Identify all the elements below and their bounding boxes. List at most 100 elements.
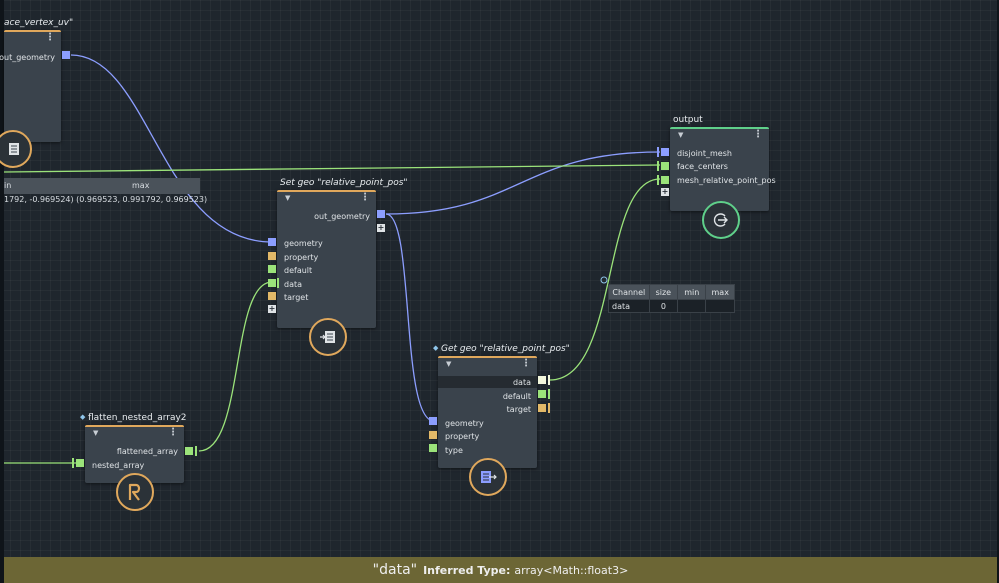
port-label-face-centers: face_centers <box>677 162 728 171</box>
target-input-port[interactable] <box>268 292 276 300</box>
out-geometry-port[interactable] <box>62 51 70 59</box>
port-label-default: default <box>284 266 313 275</box>
output-title: output <box>673 115 703 125</box>
collapse-arrow-icon[interactable]: ▼ <box>93 429 98 437</box>
property-input-port[interactable] <box>268 252 276 260</box>
port-label-out-geometry: out_geometry <box>314 212 370 221</box>
min-header: min <box>677 284 707 300</box>
node-menu-icon[interactable]: ⋮ <box>45 32 55 44</box>
mesh-relative-connector <box>657 175 659 185</box>
data-input-connector <box>277 278 279 288</box>
wire-left-to-face-centers <box>3 164 661 173</box>
port-label-target: target <box>284 293 309 302</box>
bounds-header-min: in <box>4 181 12 190</box>
collapse-arrow-icon[interactable]: ▼ <box>446 360 451 368</box>
flattened-array-connector <box>195 446 197 456</box>
wire-set-geo-to-get-geo <box>385 213 435 422</box>
max-cell <box>705 299 735 313</box>
table-row: data 0 <box>608 299 735 313</box>
set-attribute-icon <box>320 331 335 343</box>
add-output-button[interactable]: + <box>377 224 385 232</box>
nested-array-input-port[interactable] <box>76 459 84 467</box>
port-label-out-geometry: out_geometry <box>0 53 55 62</box>
get-attribute-icon <box>481 471 497 483</box>
node-menu-icon[interactable]: ⋮ <box>521 358 531 370</box>
wire-set-geo-to-output-disjoint <box>385 151 661 215</box>
port-label-nested-array: nested_array <box>92 461 145 470</box>
status-bar: "data" Inferred Type: array<Math::float3… <box>4 557 997 583</box>
node-menu-icon[interactable]: ⋮ <box>360 192 370 204</box>
flatten-title: flatten_nested_array2 <box>88 413 187 423</box>
port-label-mesh-relative-point-pos: mesh_relative_point_pos <box>677 176 776 185</box>
status-type-value: array<Math::float3> <box>514 563 629 577</box>
flatten-icon-button[interactable] <box>116 473 154 511</box>
port-label-property: property <box>445 432 480 441</box>
min-cell <box>677 299 707 313</box>
port-label-default: default <box>502 392 531 401</box>
port-label-target: target <box>506 405 531 414</box>
collapse-arrow-icon[interactable]: ▼ <box>678 131 683 139</box>
target-output-port[interactable] <box>538 404 546 412</box>
out-geometry-port[interactable] <box>377 210 385 218</box>
port-label-geometry: geometry <box>284 239 323 248</box>
port-label-flattened-array: flattened_array <box>116 447 178 456</box>
add-input-button[interactable]: + <box>661 188 669 196</box>
default-output-connector <box>548 389 550 399</box>
get-geo-node[interactable]: ▼ ⋮ data default target geometry propert… <box>438 356 537 468</box>
wire-face-uv-to-set-geo <box>70 54 273 243</box>
face-vertex-uv-node[interactable]: ⋮ out_geometry <box>0 30 61 142</box>
port-label-data: data <box>512 378 531 387</box>
document-lines-icon <box>9 143 19 155</box>
data-output-connector <box>548 375 550 385</box>
channel-table: Channel size min max data 0 <box>608 284 735 313</box>
output-icon-button[interactable] <box>702 201 740 239</box>
default-input-port[interactable] <box>268 265 276 273</box>
flattened-array-output-port[interactable] <box>185 447 193 455</box>
wire-flatten-to-set-geo-data <box>198 281 273 452</box>
bounds-table-row: 1792, -0.969524) (0.969523, 0.991792, 0.… <box>4 195 207 204</box>
face-centers-connector <box>657 161 659 171</box>
get-geo-title: Get geo "relative_point_pos" <box>441 344 570 354</box>
port-label-data: data <box>284 280 303 289</box>
port-label-disjoint-mesh: disjoint_mesh <box>677 149 732 158</box>
port-label-geometry: geometry <box>445 419 484 428</box>
node-graph-canvas[interactable]: ace_vertex_uv" ⋮ out_geometry in max 179… <box>0 0 999 583</box>
node-menu-icon[interactable]: ⋮ <box>753 129 763 141</box>
status-inferred-type-label: Inferred Type: <box>423 563 511 577</box>
max-header: max <box>705 284 735 300</box>
status-port-name: "data" <box>372 562 418 578</box>
node-menu-icon[interactable]: ⋮ <box>168 427 178 439</box>
set-geo-title: Set geo "relative_point_pos" <box>280 178 408 188</box>
property-input-port[interactable] <box>429 431 437 439</box>
pin-icon[interactable]: ◆ <box>433 344 438 352</box>
default-output-port[interactable] <box>538 390 546 398</box>
data-output-port[interactable] <box>538 376 546 384</box>
disjoint-mesh-input-port[interactable] <box>661 148 669 156</box>
get-geo-icon-button[interactable] <box>469 458 507 496</box>
channel-cell: data <box>608 299 650 313</box>
bounds-header-max: max <box>132 181 150 190</box>
size-cell: 0 <box>648 299 679 313</box>
geometry-input-port[interactable] <box>268 238 276 246</box>
channel-header: Channel <box>608 284 650 300</box>
wire-probe-dot <box>600 276 608 284</box>
data-input-port[interactable] <box>268 279 276 287</box>
set-geo-icon-button[interactable] <box>309 318 347 356</box>
type-input-port[interactable] <box>429 444 437 452</box>
size-header: size <box>648 284 679 300</box>
arrow-right-circle-icon <box>713 213 728 227</box>
collapse-arrow-icon[interactable]: ▼ <box>285 194 290 202</box>
geometry-input-port[interactable] <box>429 417 437 425</box>
output-node[interactable]: ▼ ⋮ disjoint_mesh face_centers mesh_rela… <box>670 127 776 211</box>
face-centers-input-port[interactable] <box>661 162 669 170</box>
nested-array-connector <box>72 458 74 468</box>
bounds-table-header: in max <box>4 178 200 194</box>
bounds-max-value: (0.969523, 0.991792, 0.969523) <box>76 195 208 204</box>
set-geo-node[interactable]: ▼ ⋮ out_geometry geometry property defau… <box>277 190 376 328</box>
face-vertex-uv-title: ace_vertex_uv" <box>4 18 74 28</box>
mesh-relative-point-pos-input-port[interactable] <box>661 176 669 184</box>
target-output-connector <box>548 403 550 413</box>
add-input-button[interactable]: + <box>268 305 276 313</box>
bounds-min-value: 1792, -0.969524) <box>4 195 74 204</box>
pin-icon[interactable]: ◆ <box>80 413 85 421</box>
